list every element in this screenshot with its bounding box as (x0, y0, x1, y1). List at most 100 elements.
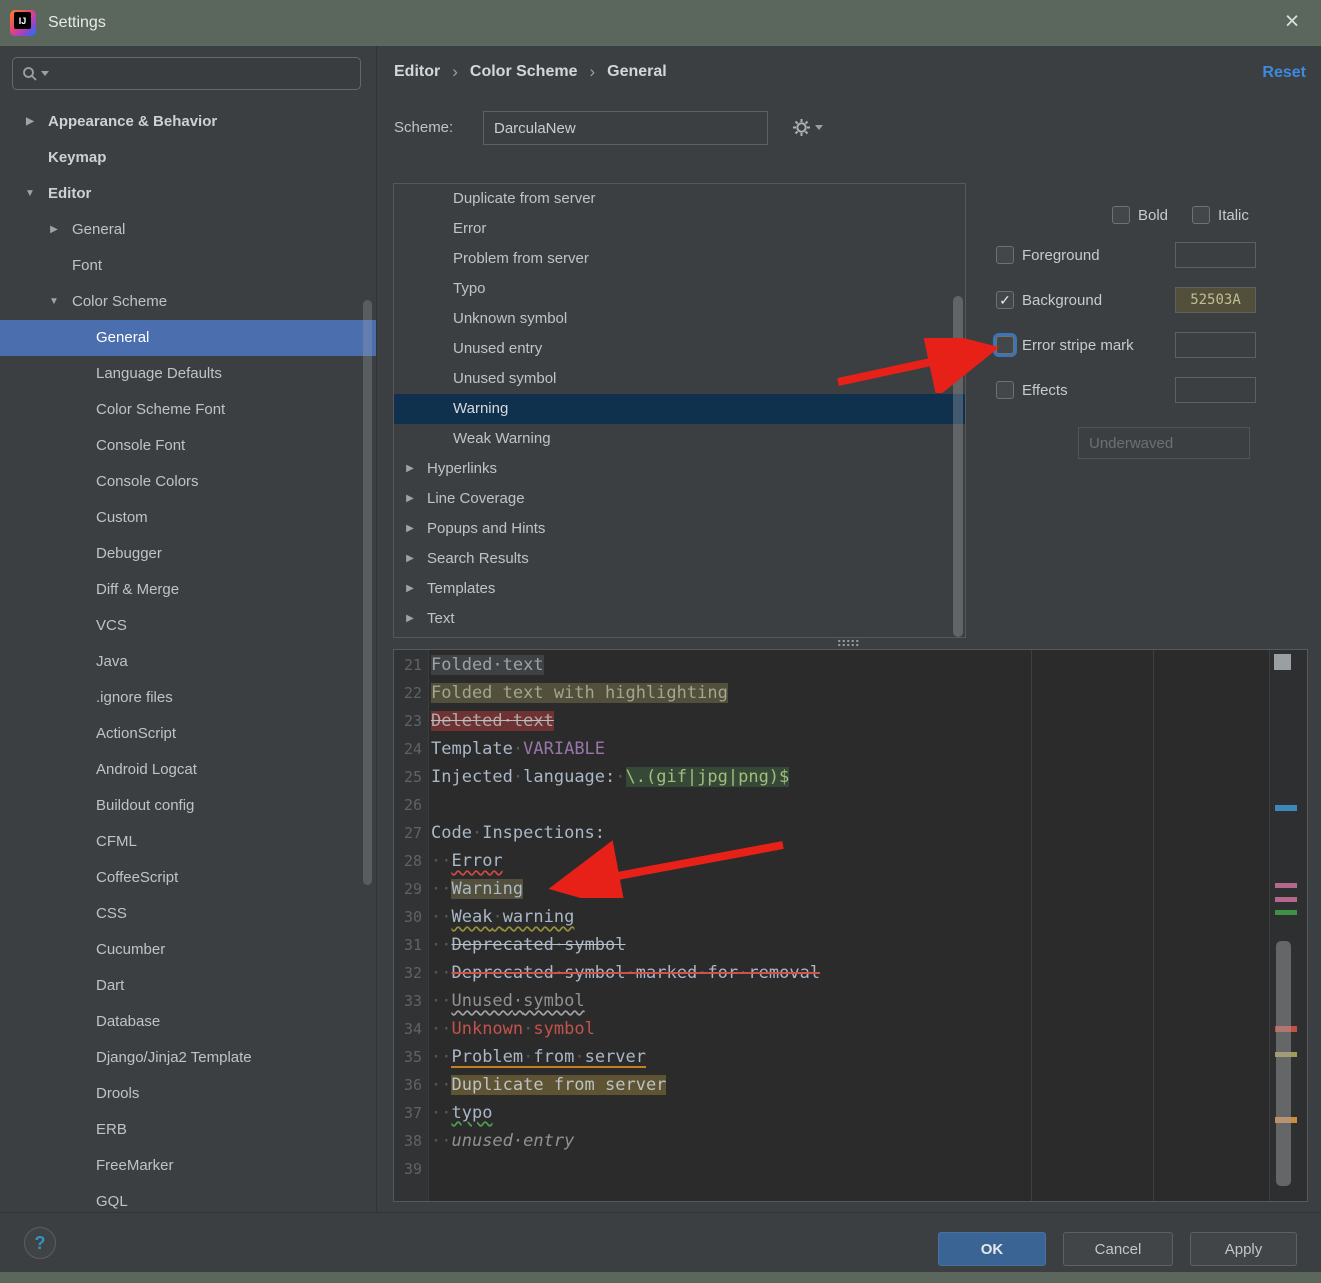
sidebar-item-debugger[interactable]: Debugger (0, 536, 376, 572)
sidebar-item-console-font[interactable]: Console Font (0, 428, 376, 464)
chevron-down-icon[interactable]: ▼ (46, 284, 62, 320)
sidebar-item-django-jinja2-template[interactable]: Django/Jinja2 Template (0, 1040, 376, 1076)
reset-link[interactable]: Reset (1262, 64, 1306, 82)
sidebar-item-actionscript[interactable]: ActionScript (0, 716, 376, 752)
chevron-right-icon[interactable]: ▶ (402, 604, 418, 634)
apply-button[interactable]: Apply (1190, 1232, 1297, 1266)
error-stripe-mark-checkbox[interactable] (996, 336, 1014, 354)
code-line-32[interactable]: 32 ·· Deprecated · symbol · marked · for · removal (394, 959, 1270, 987)
sidebar-item-css[interactable]: CSS (0, 896, 376, 932)
sidebar-item-dart[interactable]: Dart (0, 968, 376, 1004)
stripe-mark-blue[interactable] (1275, 805, 1297, 811)
sidebar-item-general[interactable]: ▶ General (0, 212, 376, 248)
sidebar-item-erb[interactable]: ERB (0, 1112, 376, 1148)
sidebar-item-gql[interactable]: GQL (0, 1184, 376, 1210)
code-line-27[interactable]: 27 Code · Inspections: (394, 819, 1270, 847)
code-line-34[interactable]: 34 ·· Unknown · symbol (394, 1015, 1270, 1043)
code-line-39[interactable]: 39 (394, 1155, 1270, 1183)
scheme-option-templates[interactable]: ▶ Templates (394, 574, 965, 604)
stripe-mark-green[interactable] (1275, 910, 1297, 915)
sidebar-item-custom[interactable]: Custom (0, 500, 376, 536)
scheme-option-weak-warning[interactable]: Weak Warning (394, 424, 965, 454)
scheme-option-unused-symbol[interactable]: Unused symbol (394, 364, 965, 394)
sidebar-item-drools[interactable]: Drools (0, 1076, 376, 1112)
code-line-22[interactable]: 22 Folded text with highlighting (394, 679, 1270, 707)
sidebar-item-database[interactable]: Database (0, 1004, 376, 1040)
code-line-33[interactable]: 33 ·· Unused · symbol (394, 987, 1270, 1015)
code-line-28[interactable]: 28 ·· Error (394, 847, 1270, 875)
help-button[interactable]: ? (24, 1227, 56, 1259)
preview-editor[interactable]: 21 Folded · text 22 Folded text with highligh… (393, 649, 1308, 1202)
scheme-option-warning[interactable]: Warning (394, 394, 965, 424)
scheme-option-unknown-symbol[interactable]: Unknown symbol (394, 304, 965, 334)
sidebar-item-ignore-files[interactable]: .ignore files (0, 680, 376, 716)
close-icon[interactable]: × (1277, 6, 1307, 36)
code-line-36[interactable]: 36 ·· Duplicate from server (394, 1071, 1270, 1099)
chevron-right-icon[interactable]: ▶ (402, 544, 418, 574)
sidebar-item-cfml[interactable]: CFML (0, 824, 376, 860)
code-line-35[interactable]: 35 ·· Problem · from · server (394, 1043, 1270, 1071)
scheme-option-line-coverage[interactable]: ▶ Line Coverage (394, 484, 965, 514)
ok-button[interactable]: OK (938, 1232, 1046, 1266)
sidebar-item-console-colors[interactable]: Console Colors (0, 464, 376, 500)
scheme-option-typo[interactable]: Typo (394, 274, 965, 304)
code-line-21[interactable]: 21 Folded · text (394, 651, 1270, 679)
sidebar-item-keymap[interactable]: Keymap (0, 140, 376, 176)
sidebar-item-color-scheme[interactable]: ▼ Color Scheme (0, 284, 376, 320)
stripe-mark-pink[interactable] (1275, 883, 1297, 888)
scheme-option-text[interactable]: ▶ Text (394, 604, 965, 634)
chevron-right-icon[interactable]: ▶ (402, 454, 418, 484)
sidebar-scrollbar[interactable] (363, 300, 372, 885)
sidebar-item-font[interactable]: Font (0, 248, 376, 284)
scheme-option-duplicate-from-server[interactable]: Duplicate from server (394, 184, 965, 214)
scheme-option-search-results[interactable]: ▶ Search Results (394, 544, 965, 574)
scheme-select[interactable]: DarculaNew ▼ (483, 111, 768, 145)
sidebar-item-color-scheme-font[interactable]: Color Scheme Font (0, 392, 376, 428)
error-stripe-column[interactable] (1269, 650, 1307, 1201)
chevron-right-icon[interactable]: ▶ (402, 514, 418, 544)
breadcrumb-color-scheme[interactable]: Color Scheme (470, 63, 578, 81)
sidebar-item-diff-merge[interactable]: Diff & Merge (0, 572, 376, 608)
inspections-status-icon[interactable] (1274, 654, 1291, 670)
splitter-grip-icon[interactable] (837, 639, 859, 647)
code-line-38[interactable]: 38 ·· unused · entry (394, 1127, 1270, 1155)
code-line-23[interactable]: 23 Deleted · text (394, 707, 1270, 735)
stripe-mark-pink[interactable] (1275, 897, 1297, 902)
sidebar-item-editor[interactable]: ▼ Editor (0, 176, 376, 212)
chevron-right-icon[interactable]: ▶ (46, 212, 62, 248)
sidebar-item-general[interactable]: General (0, 320, 376, 356)
code-line-30[interactable]: 30 ·· Weak · warning (394, 903, 1270, 931)
sidebar-item-vcs[interactable]: VCS (0, 608, 376, 644)
sidebar-item-android-logcat[interactable]: Android Logcat (0, 752, 376, 788)
sidebar-item-buildout-config[interactable]: Buildout config (0, 788, 376, 824)
options-list-scrollbar[interactable] (953, 296, 963, 637)
search-history-chevron-icon[interactable] (41, 71, 49, 76)
sidebar-item-cucumber[interactable]: Cucumber (0, 932, 376, 968)
sidebar-item-appearance-behavior[interactable]: ▶ Appearance & Behavior (0, 104, 376, 140)
sidebar-item-language-defaults[interactable]: Language Defaults (0, 356, 376, 392)
effects-checkbox[interactable] (996, 381, 1014, 399)
chevron-right-icon[interactable]: ▶ (402, 484, 418, 514)
code-line-37[interactable]: 37 ·· typo (394, 1099, 1270, 1127)
scheme-option-error[interactable]: Error (394, 214, 965, 244)
chevron-right-icon[interactable]: ▶ (402, 574, 418, 604)
italic-checkbox[interactable] (1192, 206, 1211, 224)
foreground-checkbox[interactable] (996, 246, 1014, 264)
scheme-option-problem-from-server[interactable]: Problem from server (394, 244, 965, 274)
scheme-option-popups-and-hints[interactable]: ▶ Popups and Hints (394, 514, 965, 544)
background-checkbox[interactable]: ✓ (996, 291, 1014, 309)
cancel-button[interactable]: Cancel (1063, 1232, 1173, 1266)
chevron-down-icon[interactable]: ▼ (22, 176, 38, 212)
chevron-right-icon[interactable]: ▶ (22, 104, 38, 140)
sidebar-item-freemarker[interactable]: FreeMarker (0, 1148, 376, 1184)
bold-checkbox[interactable] (1112, 206, 1130, 224)
breadcrumb-editor[interactable]: Editor (394, 63, 440, 81)
editor-scrollbar[interactable] (1276, 941, 1291, 1186)
code-line-26[interactable]: 26 (394, 791, 1270, 819)
scheme-option-hyperlinks[interactable]: ▶ Hyperlinks (394, 454, 965, 484)
scheme-option-unused-entry[interactable]: Unused entry (394, 334, 965, 364)
scheme-options-gear[interactable] (792, 118, 823, 137)
background-color-swatch[interactable]: 52503A (1175, 287, 1256, 313)
code-line-29[interactable]: 29 ·· Warning (394, 875, 1270, 903)
search-input[interactable] (12, 57, 361, 90)
